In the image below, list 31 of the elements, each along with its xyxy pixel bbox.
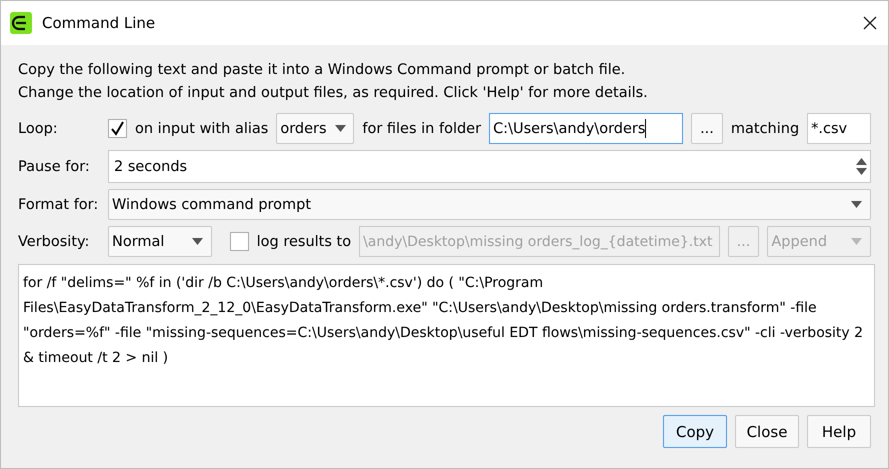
field-label: matching	[730, 120, 800, 136]
browse-button[interactable]: ...	[691, 113, 723, 144]
folder-field[interactable]: C:\Users\andy\orders	[489, 113, 684, 144]
field-label: Loop:	[18, 120, 59, 136]
pause-spinbox[interactable]: 2 seconds	[108, 150, 871, 183]
close-button[interactable]	[862, 15, 878, 31]
field-label: Format for:	[18, 196, 100, 212]
field-label: for files in folder	[362, 120, 482, 136]
pattern-field[interactable]: *.csv	[807, 113, 871, 144]
spin-down-icon[interactable]	[856, 168, 867, 175]
instruction-text: Change the location of input and output files, as required. Click 'Help' for more details.	[18, 84, 649, 103]
command-text-area[interactable]: for /f "delims=" %f in ('dir /b C:\Users\andy\orders\*.csv') do ( "C:\Program Files\EasyDataTransform_2_12_0\EasyDataTransform.exe" "C:\Users\andy\Desktop\missing orders.transform" -file "orders=%f" -file "missing-sequences=C:\Users\andy\Desktop\useful EDT flows\missing-sequences.csv" -cli -verbosity 2 & timeout /t 2 > nil )	[18, 264, 875, 407]
checkbox-label: on input with alias	[135, 120, 268, 136]
dialog-button[interactable]: Close	[735, 415, 799, 448]
field-label: Verbosity:	[18, 234, 90, 250]
dropdown-arrow-icon	[334, 125, 346, 132]
checkbox[interactable]	[108, 119, 127, 138]
spin-up-icon[interactable]	[856, 158, 867, 165]
window-title: Command Line	[42, 14, 156, 32]
checkbox-label: log results to	[256, 234, 352, 250]
instruction-text: Copy the following text and paste it into a Windows Command prompt or batch file.	[18, 61, 626, 80]
dialog-button[interactable]: Help	[807, 415, 871, 448]
dropdown-arrow-icon	[851, 201, 862, 208]
dialog-button[interactable]: Copy	[663, 415, 727, 448]
dropdown-arrow-icon	[192, 238, 203, 245]
app-logo-icon	[10, 12, 32, 34]
format-dropdown[interactable]: Windows command prompt	[108, 189, 871, 220]
log-file-field: \andy\Desktop\missing orders_log_{datetime}.txt	[359, 226, 720, 257]
alias-dropdown[interactable]: orders	[276, 113, 354, 144]
dropdown-arrow-icon	[851, 238, 862, 245]
field-label: Pause for:	[18, 158, 91, 174]
